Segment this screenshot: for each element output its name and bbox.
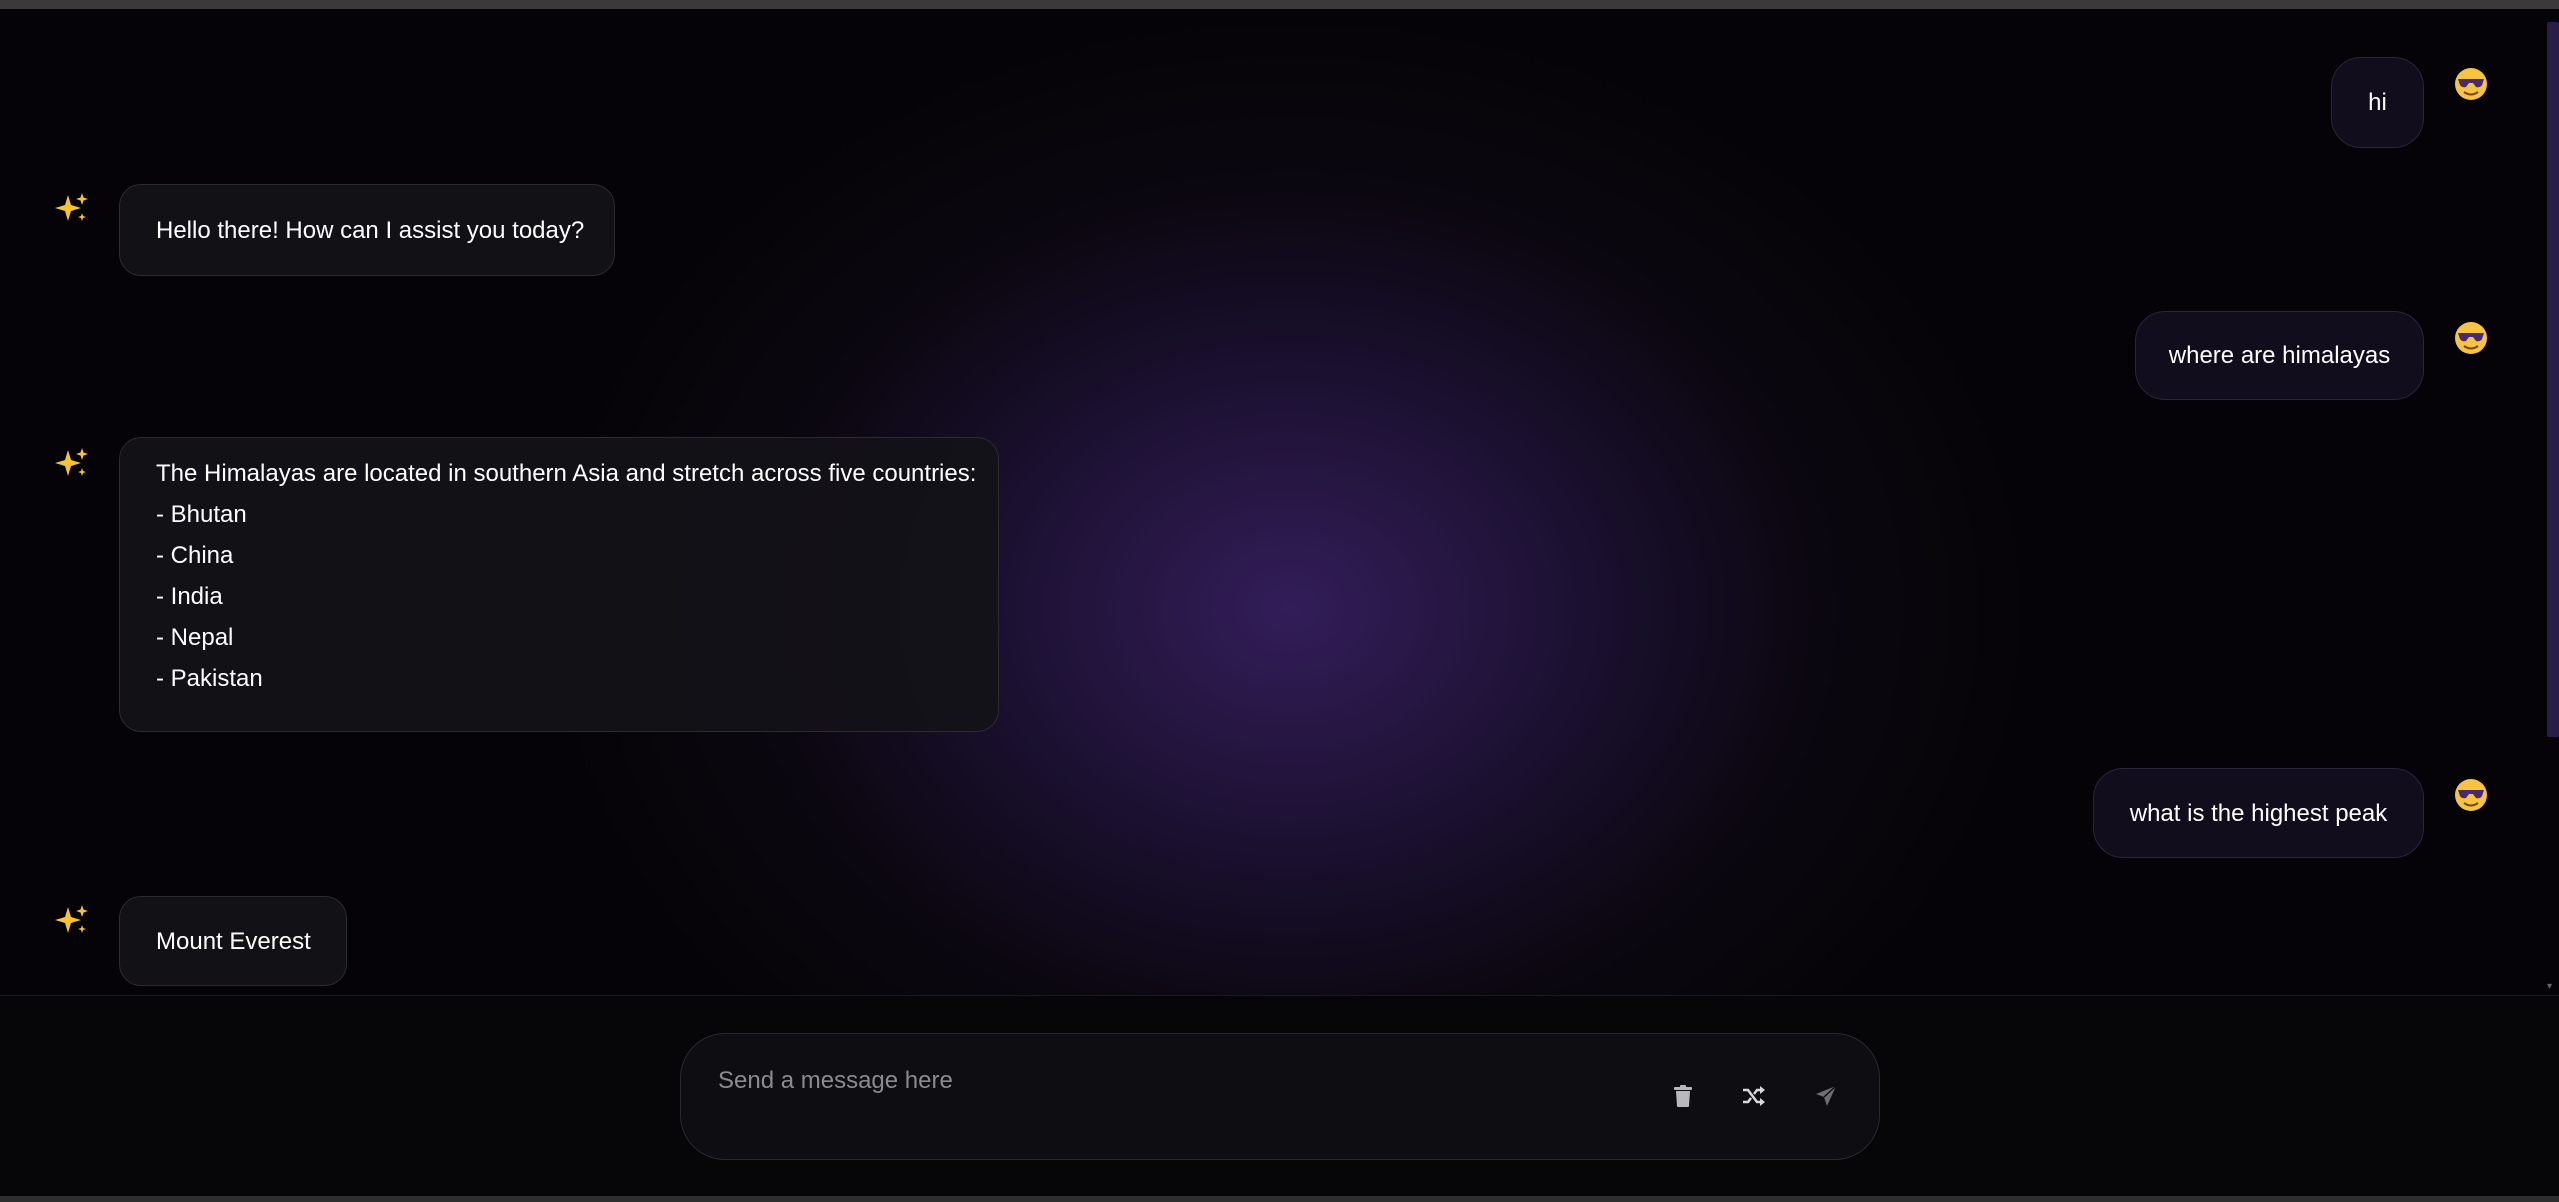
message-line: - China: [156, 542, 234, 569]
user-message: what is the highest peak: [2093, 768, 2424, 858]
assistant-message: Hello there! How can I assist you today?: [119, 184, 615, 276]
send-button[interactable]: [1806, 1076, 1846, 1116]
shuffle-button[interactable]: [1734, 1076, 1774, 1116]
sunglasses-face-icon: [2455, 68, 2487, 100]
sparkles-icon: [55, 193, 88, 221]
sunglasses-face-icon: [2455, 322, 2487, 354]
window-bottom-bar: [0, 1196, 2559, 1202]
shuffle-icon: [1743, 1086, 1765, 1106]
sparkles-icon: [55, 448, 88, 476]
message-text: Mount Everest: [156, 927, 311, 955]
message-line: - Bhutan: [156, 501, 247, 528]
user-message: hi: [2331, 57, 2424, 148]
message-text: Hello there! How can I assist you today?: [156, 216, 585, 244]
message-line: The Himalayas are located in southern As…: [156, 460, 977, 487]
scroll-down-arrow[interactable]: ▾: [2547, 982, 2552, 992]
window-top-bar: [0, 0, 2559, 9]
message-text: where are himalayas: [2168, 342, 2391, 369]
message-line: - Nepal: [156, 624, 234, 651]
assistant-message: The Himalayas are located in southern As…: [119, 437, 999, 732]
message-line: - India: [156, 583, 223, 610]
message-text: hi: [2368, 89, 2387, 116]
message-input[interactable]: [716, 1058, 1640, 1104]
user-message: where are himalayas: [2135, 311, 2424, 400]
message-line: - Pakistan: [156, 665, 263, 692]
send-icon: [1816, 1085, 1837, 1106]
message-text: what is the highest peak: [2129, 799, 2388, 827]
assistant-message: Mount Everest: [119, 896, 347, 986]
sunglasses-face-icon: [2455, 779, 2487, 811]
clear-chat-button[interactable]: [1663, 1076, 1703, 1116]
scrollbar-thumb[interactable]: [2547, 22, 2559, 737]
trash-icon: [1674, 1085, 1692, 1107]
sparkles-icon: [55, 905, 88, 933]
